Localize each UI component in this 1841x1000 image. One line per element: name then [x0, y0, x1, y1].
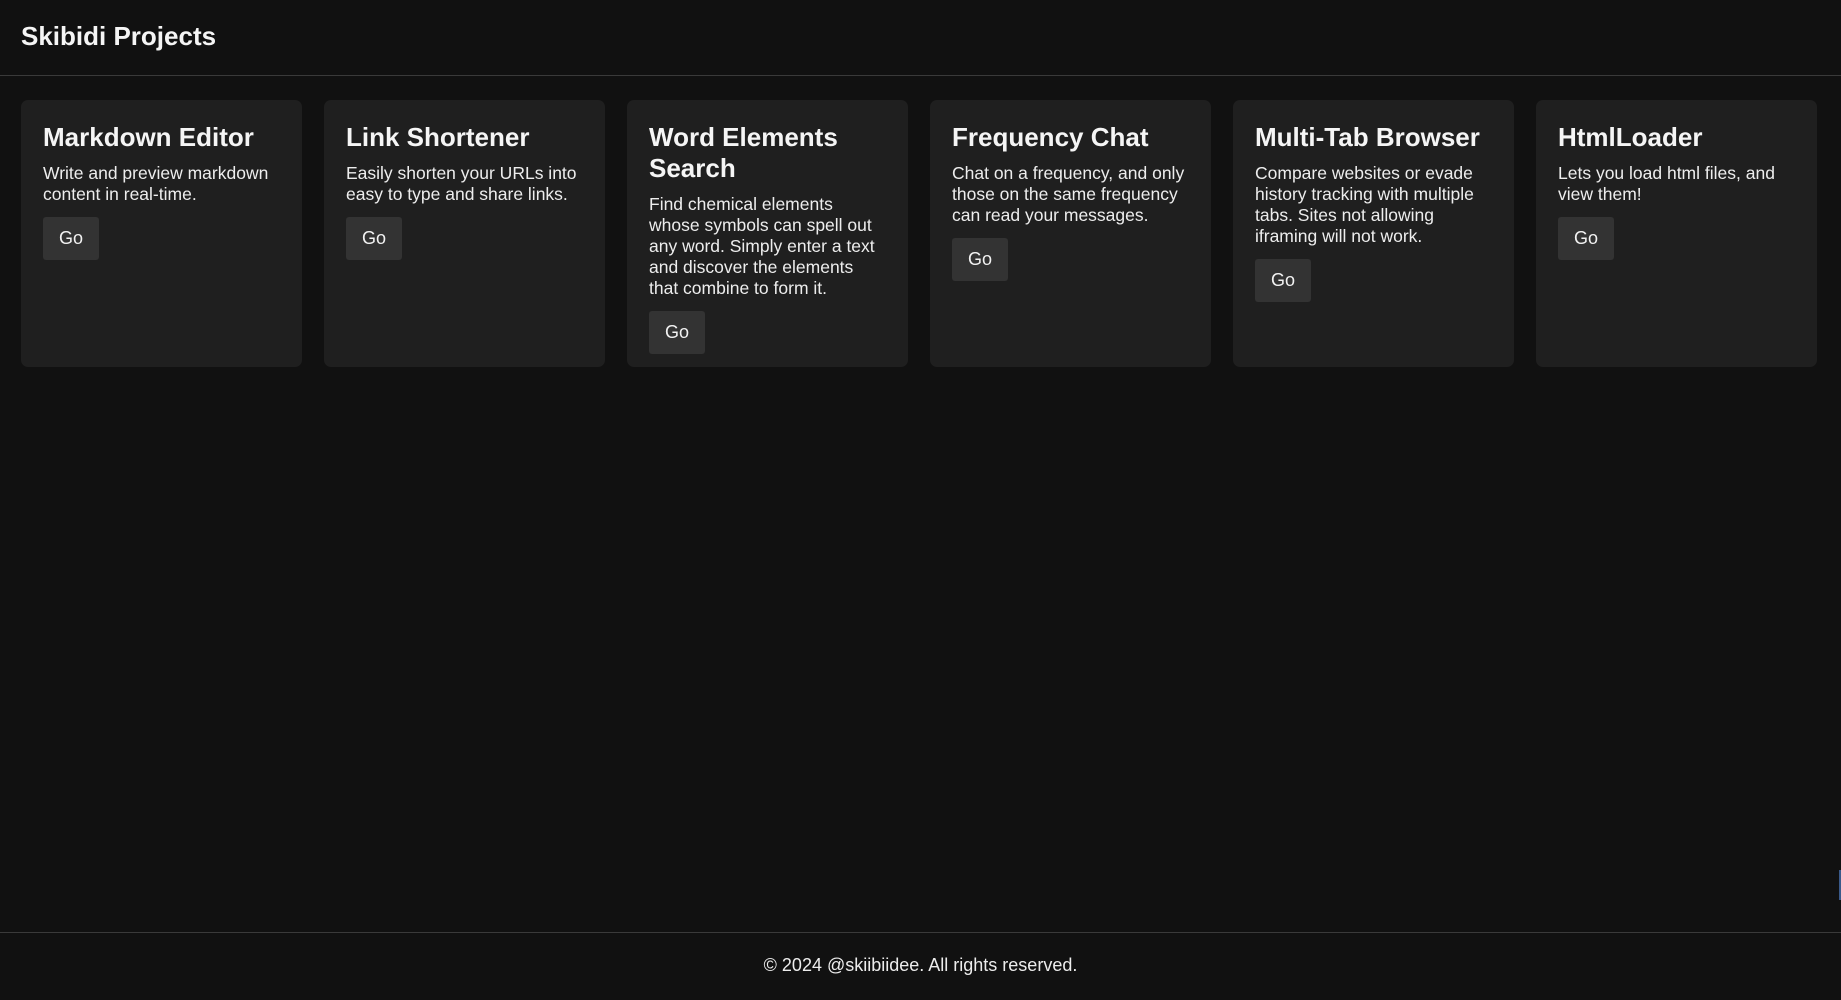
card-title: Link Shortener: [346, 122, 530, 152]
card-title: Multi-Tab Browser: [1255, 122, 1480, 152]
card-title: Frequency Chat: [952, 122, 1149, 152]
card-description: Easily shorten your URLs into easy to ty…: [346, 163, 577, 204]
go-button-link-shortener[interactable]: Go: [346, 217, 402, 260]
project-card-grid: Markdown Editor Write and preview markdo…: [0, 76, 1841, 367]
project-card-word-elements-search: Word Elements Search Find chemical eleme…: [627, 100, 908, 367]
site-footer: © 2024 @skiibiidee. All rights reserved.: [0, 932, 1841, 1000]
project-card-frequency-chat: Frequency Chat Chat on a frequency, and …: [930, 100, 1211, 367]
project-card-htmlloader: HtmlLoader Lets you load html files, and…: [1536, 100, 1817, 367]
card-title: Markdown Editor: [43, 122, 254, 152]
go-button-word-elements-search[interactable]: Go: [649, 311, 705, 354]
go-button-frequency-chat[interactable]: Go: [952, 238, 1008, 281]
copyright-text: © 2024 @skiibiidee. All rights reserved.: [763, 955, 1078, 975]
card-description: Lets you load html files, and view them!: [1558, 163, 1775, 204]
page: Skibidi Projects Markdown Editor Write a…: [0, 0, 1841, 1000]
go-button-markdown-editor[interactable]: Go: [43, 217, 99, 260]
card-title: HtmlLoader: [1558, 122, 1703, 152]
card-description: Compare websites or evade history tracki…: [1255, 163, 1474, 246]
site-title: Skibidi Projects: [21, 21, 217, 51]
project-card-markdown-editor: Markdown Editor Write and preview markdo…: [21, 100, 302, 367]
go-button-multi-tab-browser[interactable]: Go: [1255, 259, 1311, 302]
card-description: Find chemical elements whose symbols can…: [649, 194, 875, 298]
card-description: Write and preview markdown content in re…: [43, 163, 269, 204]
site-header: Skibidi Projects: [0, 0, 1841, 76]
project-card-multi-tab-browser: Multi-Tab Browser Compare websites or ev…: [1233, 100, 1514, 367]
card-description: Chat on a frequency, and only those on t…: [952, 163, 1185, 225]
go-button-htmlloader[interactable]: Go: [1558, 217, 1614, 260]
card-title: Word Elements Search: [649, 122, 838, 183]
project-card-link-shortener: Link Shortener Easily shorten your URLs …: [324, 100, 605, 367]
